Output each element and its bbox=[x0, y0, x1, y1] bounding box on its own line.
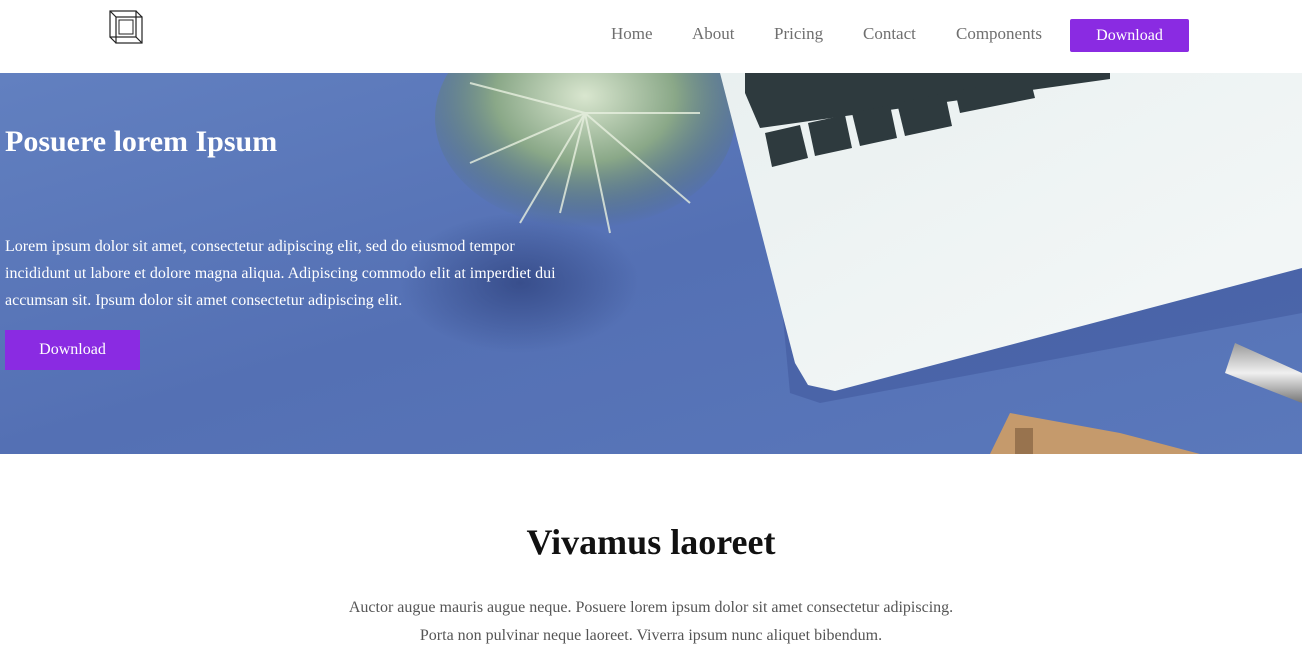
section-description: Auctor augue mauris augue neque. Posuere… bbox=[251, 594, 1051, 650]
main-nav: Home About Pricing Contact Components Do… bbox=[0, 0, 1302, 73]
nav-home-link[interactable]: Home bbox=[611, 24, 653, 44]
hero-banner: Posuere lorem Ipsum Lorem ipsum dolor si… bbox=[0, 73, 1302, 454]
nav-components-link[interactable]: Components bbox=[956, 24, 1042, 44]
hero-title: Posuere lorem Ipsum bbox=[5, 125, 278, 158]
hero-download-button[interactable]: Download bbox=[5, 330, 140, 370]
nav-pricing-link[interactable]: Pricing bbox=[774, 24, 823, 44]
header-download-button[interactable]: Download bbox=[1070, 19, 1189, 52]
site-header: Home About Pricing Contact Components Do… bbox=[0, 0, 1302, 73]
section-title: Vivamus laoreet bbox=[526, 522, 776, 562]
nav-about-link[interactable]: About bbox=[692, 24, 735, 44]
section-line-2: Porta non pulvinar neque laoreet. Viverr… bbox=[419, 627, 883, 644]
nav-contact-link[interactable]: Contact bbox=[863, 24, 916, 44]
section-line-1: Auctor augue mauris augue neque. Posuere… bbox=[348, 599, 954, 616]
hero-description: Lorem ipsum dolor sit amet, consectetur … bbox=[5, 238, 556, 309]
